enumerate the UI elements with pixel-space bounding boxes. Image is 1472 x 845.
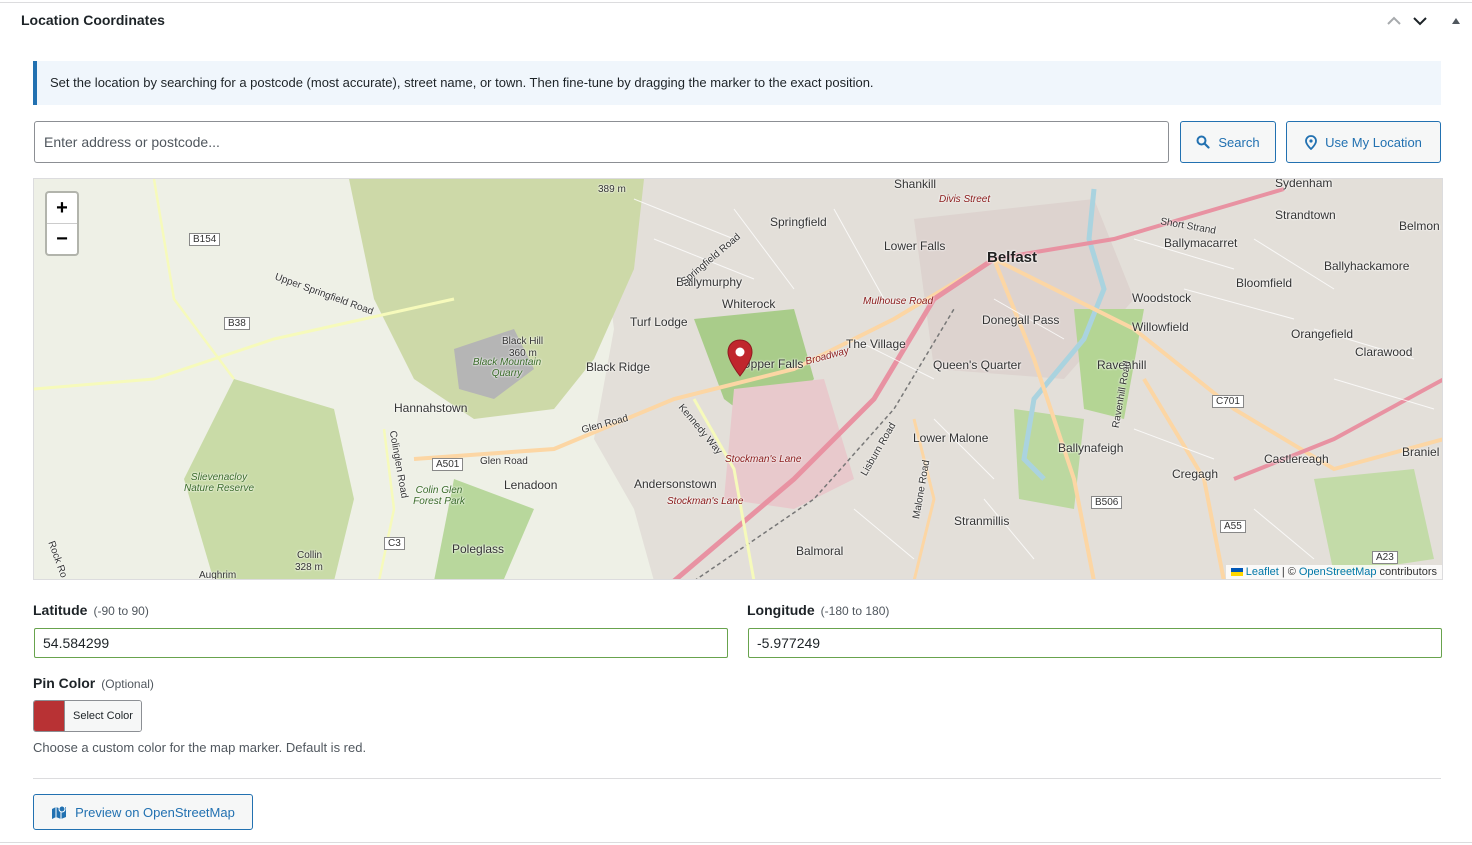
map-label-donegall-pass: Donegall Pass bbox=[982, 313, 1060, 327]
chevron-up-icon bbox=[1387, 16, 1401, 25]
map-label-braniel: Braniel bbox=[1402, 445, 1440, 459]
map-label-black-hill: Black Hill bbox=[502, 336, 544, 347]
map-label-the-village: The Village bbox=[846, 337, 906, 351]
map-label-springfield: Springfield bbox=[770, 215, 827, 229]
map-label-peak-height: 389 m bbox=[598, 184, 626, 195]
map-shield-b506: B506 bbox=[1091, 496, 1123, 509]
map-road-glen-2: Glen Road bbox=[480, 456, 528, 467]
latitude-hint: (-90 to 90) bbox=[93, 604, 149, 618]
map-pin-icon bbox=[1305, 134, 1317, 150]
color-swatch bbox=[34, 701, 64, 731]
map-label-black-ridge: Black Ridge bbox=[586, 360, 651, 374]
longitude-label-text: Longitude bbox=[747, 602, 815, 618]
map-road-stockmans-1: Stockman's Lane bbox=[725, 454, 802, 465]
map-road-mulhouse: Mulhouse Road bbox=[863, 296, 934, 307]
map-label-castlereagh: Castlereagh bbox=[1264, 452, 1329, 466]
section-divider bbox=[33, 778, 1441, 779]
zoom-control: + − bbox=[45, 191, 79, 256]
map-label-andersonstown: Andersonstown bbox=[634, 477, 717, 491]
pin-color-description: Choose a custom color for the map marker… bbox=[33, 740, 367, 755]
map-label-lenadoon: Lenadoon bbox=[504, 478, 558, 492]
map-label-strandtown: Strandtown bbox=[1275, 208, 1336, 222]
map-label-shankill: Shankill bbox=[894, 178, 937, 191]
panel-title: Location Coordinates bbox=[21, 12, 165, 28]
map-label-queens-quarter: Queen's Quarter bbox=[933, 358, 1022, 372]
toggle-panel-button[interactable] bbox=[1446, 11, 1466, 31]
bottom-border bbox=[0, 842, 1472, 843]
map-attribution: Leaflet | © OpenStreetMap contributors bbox=[1225, 565, 1442, 579]
map-label-sydenham: Sydenham bbox=[1275, 178, 1333, 190]
preview-on-openstreetmap-button[interactable]: Preview on OpenStreetMap bbox=[33, 794, 253, 830]
map-label-ballynafeigh: Ballynafeigh bbox=[1058, 441, 1124, 455]
move-up-button[interactable] bbox=[1384, 11, 1404, 31]
info-notice: Set the location by searching for a post… bbox=[33, 61, 1441, 105]
map-label-ballyhackamore: Ballyhackamore bbox=[1324, 259, 1410, 273]
map-label-ballymacarret: Ballymacarret bbox=[1164, 236, 1238, 250]
map-label-woodstock: Woodstock bbox=[1132, 291, 1192, 305]
select-color-label: Select Color bbox=[64, 701, 141, 731]
map-label-lower-malone: Lower Malone bbox=[913, 431, 989, 445]
search-button[interactable]: Search bbox=[1180, 121, 1276, 163]
map-label-belmont: Belmon bbox=[1399, 219, 1440, 233]
zoom-in-button[interactable]: + bbox=[47, 193, 77, 223]
map-label-cregagh: Cregagh bbox=[1172, 467, 1219, 481]
map-label-bloomfield: Bloomfield bbox=[1236, 276, 1293, 290]
map-label-willowfield: Willowfield bbox=[1132, 320, 1189, 334]
map-shield-b154: B154 bbox=[189, 233, 221, 246]
map-label-balmoral: Balmoral bbox=[796, 544, 844, 558]
map-label-collin-height: 328 m bbox=[295, 562, 323, 573]
map-road-stockmans-2: Stockman's Lane bbox=[667, 496, 744, 507]
pin-color-hint: (Optional) bbox=[101, 677, 154, 691]
attribution-separator: | © bbox=[1281, 566, 1296, 578]
address-search-input[interactable] bbox=[34, 121, 1169, 163]
map-shield-a23: A23 bbox=[1372, 551, 1398, 564]
leaflet-link[interactable]: Leaflet bbox=[1246, 566, 1279, 578]
top-border bbox=[0, 2, 1472, 3]
map-label-whiterock: Whiterock bbox=[722, 297, 776, 311]
pin-color-label-text: Pin Color bbox=[33, 675, 96, 691]
map-shield-a55: A55 bbox=[1220, 520, 1246, 533]
triangle-up-icon bbox=[1452, 18, 1460, 24]
longitude-input[interactable] bbox=[748, 628, 1442, 658]
latitude-label: Latitude (-90 to 90) bbox=[33, 602, 149, 618]
use-my-location-button[interactable]: Use My Location bbox=[1286, 121, 1441, 163]
move-down-button[interactable] bbox=[1410, 11, 1430, 31]
attribution-suffix: contributors bbox=[1379, 566, 1437, 578]
map-road-divis: Divis Street bbox=[939, 194, 991, 205]
map-label-poleglass: Poleglass bbox=[452, 542, 505, 556]
map-icon bbox=[52, 805, 67, 819]
map-shield-c3: C3 bbox=[384, 537, 405, 550]
map-shield-c701: C701 bbox=[1212, 395, 1244, 408]
search-icon bbox=[1196, 135, 1210, 149]
search-button-label: Search bbox=[1218, 134, 1260, 150]
map-label-slievenacloy: Slievenacloy Nature Reserve bbox=[183, 472, 255, 494]
openstreetmap-link[interactable]: OpenStreetMap bbox=[1299, 566, 1377, 578]
zoom-out-button[interactable]: − bbox=[47, 223, 77, 254]
map-label-clarawood: Clarawood bbox=[1355, 345, 1413, 359]
ukraine-flag-icon bbox=[1230, 568, 1243, 576]
map-label-belfast: Belfast bbox=[987, 249, 1038, 266]
longitude-label: Longitude (-180 to 180) bbox=[747, 602, 889, 618]
map-label-collin: Collin bbox=[297, 550, 323, 561]
map-label-lower-falls: Lower Falls bbox=[884, 239, 946, 253]
pin-color-label: Pin Color (Optional) bbox=[33, 675, 154, 691]
pin-color-picker-button[interactable]: Select Color bbox=[33, 700, 142, 732]
longitude-hint: (-180 to 180) bbox=[820, 604, 890, 618]
map-label-quarry: Black Mountain Quarry bbox=[472, 357, 542, 379]
map-label-turf-lodge: Turf Lodge bbox=[630, 315, 688, 329]
map-label-orangefield: Orangefield bbox=[1291, 327, 1354, 341]
map-label-hannahstown: Hannahstown bbox=[394, 401, 468, 415]
use-my-location-label: Use My Location bbox=[1325, 134, 1422, 150]
map-shield-a501: A501 bbox=[432, 458, 464, 471]
map-label-stranmillis: Stranmillis bbox=[954, 514, 1010, 528]
latitude-input[interactable] bbox=[34, 628, 728, 658]
map-shield-b38: B38 bbox=[224, 317, 250, 330]
map-marker-pin-icon[interactable] bbox=[727, 339, 753, 377]
chevron-down-icon bbox=[1413, 17, 1427, 26]
preview-button-label: Preview on OpenStreetMap bbox=[75, 804, 235, 820]
map-view[interactable]: Belfast Shankill Springfield Lower Falls… bbox=[33, 178, 1443, 580]
map-label-colin-glen: Colin Glen Forest Park bbox=[413, 485, 465, 507]
map-label-aughrim: Aughrim bbox=[199, 570, 237, 580]
latitude-label-text: Latitude bbox=[33, 602, 88, 618]
